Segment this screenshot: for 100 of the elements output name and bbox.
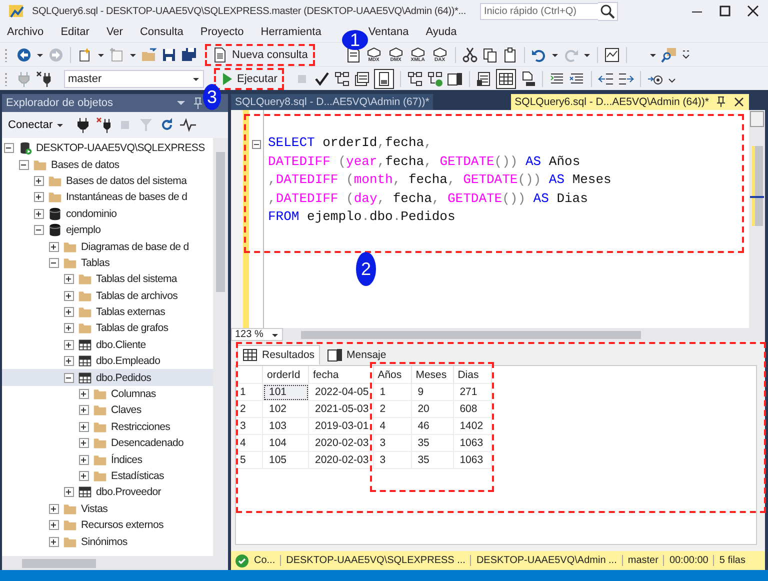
tree-item[interactable]: dbo.Proveedor: [2, 484, 213, 501]
collapse-icon[interactable]: [4, 143, 14, 154]
collapse-icon[interactable]: [34, 225, 44, 236]
paste-icon[interactable]: [502, 46, 518, 62]
uncomment-icon[interactable]: [569, 70, 586, 86]
collapse-icon[interactable]: [252, 140, 260, 149]
scrollbar[interactable]: [2, 556, 228, 570]
pin-icon[interactable]: [715, 96, 727, 108]
tree-item[interactable]: condominio: [2, 206, 213, 222]
save-all-icon[interactable]: [181, 46, 197, 62]
activity-monitor-icon[interactable]: [604, 46, 620, 62]
live-statistics-icon[interactable]: [427, 70, 444, 86]
tree-item[interactable]: Diagramas de base de d: [2, 238, 213, 255]
expand-icon[interactable]: [64, 356, 74, 366]
execution-plan-icon[interactable]: [334, 70, 350, 86]
results-pane-toggle[interactable]: [374, 68, 394, 88]
expand-icon[interactable]: [79, 438, 89, 448]
tree-item[interactable]: Índices: [2, 451, 213, 468]
tree-item[interactable]: Instantáneas de bases de d: [2, 189, 213, 206]
tree-item[interactable]: Tablas: [2, 254, 213, 272]
outdent-icon[interactable]: [598, 70, 614, 86]
back-icon[interactable]: [16, 46, 32, 62]
expand-icon[interactable]: [34, 192, 44, 202]
tree-item[interactable]: Recursos externos: [2, 516, 213, 534]
menu-item[interactable]: Editar: [58, 26, 94, 38]
expand-icon[interactable]: [64, 340, 74, 350]
expand-icon[interactable]: [64, 323, 74, 334]
query-options-icon[interactable]: [354, 70, 370, 86]
expand-icon[interactable]: [49, 536, 59, 547]
menu-item[interactable]: Consulta: [136, 26, 188, 38]
tree-item[interactable]: dbo.Cliente: [2, 336, 213, 354]
tree-item[interactable]: Bases de datos: [2, 156, 213, 173]
comment-icon[interactable]: [549, 70, 566, 86]
tree-item[interactable]: Vistas: [2, 500, 213, 517]
results-tab[interactable]: Resultados: [237, 345, 320, 365]
connect-icon[interactable]: [36, 70, 52, 86]
tree-item[interactable]: ejemplo: [2, 222, 213, 238]
expand-icon[interactable]: [64, 274, 74, 284]
cut-icon[interactable]: [462, 46, 478, 62]
expand-icon[interactable]: [49, 504, 59, 514]
expand-icon[interactable]: [64, 290, 74, 301]
zoom-dropdown[interactable]: 123 %: [231, 328, 284, 341]
collapse-icon[interactable]: [64, 372, 74, 383]
expand-icon[interactable]: [79, 422, 89, 432]
tree-item[interactable]: dbo.Empleado: [2, 353, 213, 370]
menu-item[interactable]: Ventana: [365, 26, 413, 38]
tree-item[interactable]: Estadísticas: [2, 468, 213, 484]
indent-icon[interactable]: [618, 70, 634, 86]
document-tab[interactable]: SQLQuery8.sql - D...AE5VQ\Admin (67))*: [231, 94, 434, 110]
client-statistics-icon[interactable]: [447, 70, 464, 86]
expand-icon[interactable]: [34, 176, 44, 186]
menu-item[interactable]: Herramienta: [258, 26, 326, 38]
close-icon[interactable]: [746, 4, 760, 18]
document-tab[interactable]: SQLQuery6.sql - D...AE5VQ\Admin (64))*: [510, 94, 749, 110]
results-to-grid-toggle[interactable]: [496, 68, 516, 88]
tree-item[interactable]: Bases de datos del sistema: [2, 172, 213, 190]
tree-item[interactable]: Columnas: [2, 386, 213, 402]
database-dropdown[interactable]: master: [64, 70, 204, 88]
find-icon[interactable]: [660, 46, 677, 62]
results-to-text-icon[interactable]: [476, 70, 492, 86]
save-icon[interactable]: [161, 46, 177, 62]
collapse-icon[interactable]: [19, 160, 29, 170]
close-icon[interactable]: [733, 96, 745, 108]
expand-icon[interactable]: [79, 471, 89, 481]
copy-icon[interactable]: [482, 46, 498, 62]
actual-plan-icon[interactable]: [407, 70, 424, 86]
open-folder-icon[interactable]: [141, 46, 157, 62]
disconnect-icon[interactable]: [96, 117, 112, 133]
tree-item[interactable]: Tablas del sistema: [2, 271, 213, 288]
scrollbar[interactable]: [283, 328, 765, 341]
tree-item[interactable]: Tablas de grafos: [2, 320, 213, 337]
menu-item[interactable]: Ver: [103, 26, 127, 38]
tree-item[interactable]: Desencadenado: [2, 435, 213, 452]
expand-icon[interactable]: [49, 520, 59, 530]
menu-item[interactable]: Archivo: [4, 26, 48, 38]
tree-item[interactable]: dbo.Pedidos: [2, 369, 213, 386]
tree-item[interactable]: DESKTOP-UAAE5VQ\SQLEXPRESS: [2, 140, 213, 156]
tree-item[interactable]: Tablas de archivos: [2, 288, 213, 304]
collapse-icon[interactable]: [49, 258, 59, 268]
results-to-file-icon[interactable]: [520, 70, 536, 86]
menu-item[interactable]: Proyecto: [197, 26, 248, 38]
scrollbar[interactable]: [213, 138, 228, 556]
connect-button[interactable]: Conectar: [6, 119, 66, 131]
maximize-icon[interactable]: [718, 4, 732, 18]
overflow-icon[interactable]: [680, 48, 691, 60]
check-icon[interactable]: [314, 70, 330, 86]
expand-icon[interactable]: [79, 454, 89, 465]
expand-icon[interactable]: [34, 208, 44, 219]
new-query-button[interactable]: Nueva consulta: [209, 46, 311, 64]
execute-button[interactable]: Ejecutar: [218, 70, 280, 88]
tree-item[interactable]: Tablas externas: [2, 304, 213, 320]
search-icon[interactable]: [598, 2, 618, 20]
connect-icon[interactable]: [74, 117, 91, 133]
menu-item[interactable]: Ayuda: [422, 26, 461, 38]
tree-item[interactable]: Sinónimos: [2, 533, 213, 550]
expand-icon[interactable]: [49, 242, 59, 252]
expand-icon[interactable]: [79, 405, 89, 416]
tree-item[interactable]: Claves: [2, 402, 213, 419]
expand-icon[interactable]: [64, 487, 74, 498]
expand-icon[interactable]: [79, 389, 89, 400]
